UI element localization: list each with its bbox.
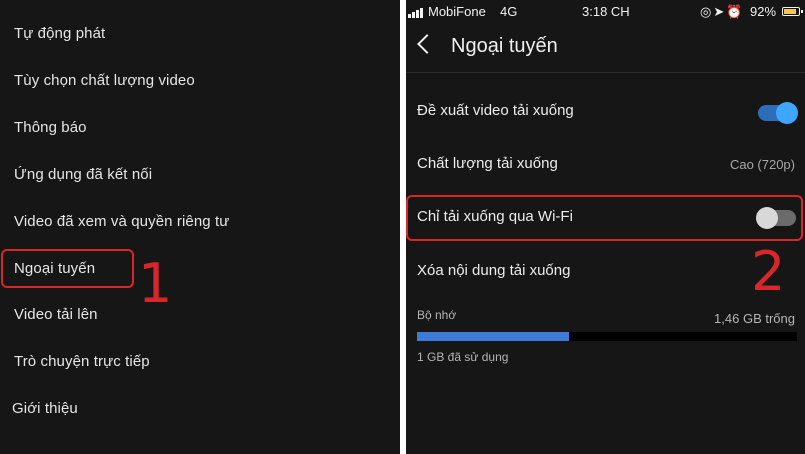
menu-item-connected-apps[interactable]: Ứng dụng đã kết nối: [14, 166, 152, 183]
recommend-downloads-label: Đề xuất video tải xuống: [417, 102, 574, 119]
storage-free: 1,46 GB trống: [714, 311, 795, 326]
annotation-box-wifi-only: [406, 195, 803, 241]
status-time: 3:18 CH: [582, 4, 630, 19]
battery-percent: 92%: [750, 4, 777, 19]
annotation-number-2: 2: [751, 240, 786, 303]
storage-bar: [417, 332, 797, 341]
network-type: 4G: [500, 4, 518, 19]
offline-settings-panel: MobiFone 4G 3:18 CH ◎➤⏰ 92% Ngoại tuyến …: [406, 0, 805, 454]
menu-item-video-quality[interactable]: Tùy chọn chất lượng video: [14, 72, 195, 89]
menu-item-uploads[interactable]: Video tải lên: [14, 306, 98, 323]
location-icon: ◎: [700, 4, 714, 19]
alarm-icon: ⏰: [726, 4, 745, 19]
battery-icon: [782, 7, 803, 16]
header-divider: [406, 72, 805, 73]
menu-item-notifications[interactable]: Thông báo: [14, 119, 87, 136]
menu-item-about[interactable]: Giới thiệu: [12, 400, 78, 417]
menu-item-live-chat[interactable]: Trò chuyện trực tiếp: [14, 353, 150, 370]
settings-menu-panel: Tự động phát Tùy chọn chất lượng video T…: [0, 0, 400, 454]
signal-icon: [408, 8, 428, 18]
toggle-knob: [776, 102, 798, 124]
storage-label: Bộ nhớ: [417, 308, 457, 322]
annotation-number-1: 1: [138, 252, 173, 315]
status-icons: ◎➤⏰: [700, 4, 744, 20]
menu-item-autoplay[interactable]: Tự động phát: [14, 25, 105, 42]
page-title: Ngoại tuyến: [451, 35, 558, 57]
download-quality-label[interactable]: Chất lượng tải xuống: [417, 155, 558, 172]
download-quality-value[interactable]: Cao (720p): [730, 157, 795, 172]
delete-downloads-label[interactable]: Xóa nội dung tải xuống: [417, 262, 570, 279]
storage-used: 1 GB đã sử dụng: [417, 350, 509, 364]
navigation-icon: ➤: [713, 4, 727, 19]
recommend-downloads-toggle[interactable]: [758, 102, 798, 124]
menu-item-history-privacy[interactable]: Video đã xem và quyền riêng tư: [14, 213, 229, 230]
back-arrow-icon[interactable]: [417, 34, 437, 54]
storage-used-fill: [417, 332, 569, 341]
annotation-box-offline: [1, 249, 134, 288]
carrier-name: MobiFone: [428, 4, 486, 19]
